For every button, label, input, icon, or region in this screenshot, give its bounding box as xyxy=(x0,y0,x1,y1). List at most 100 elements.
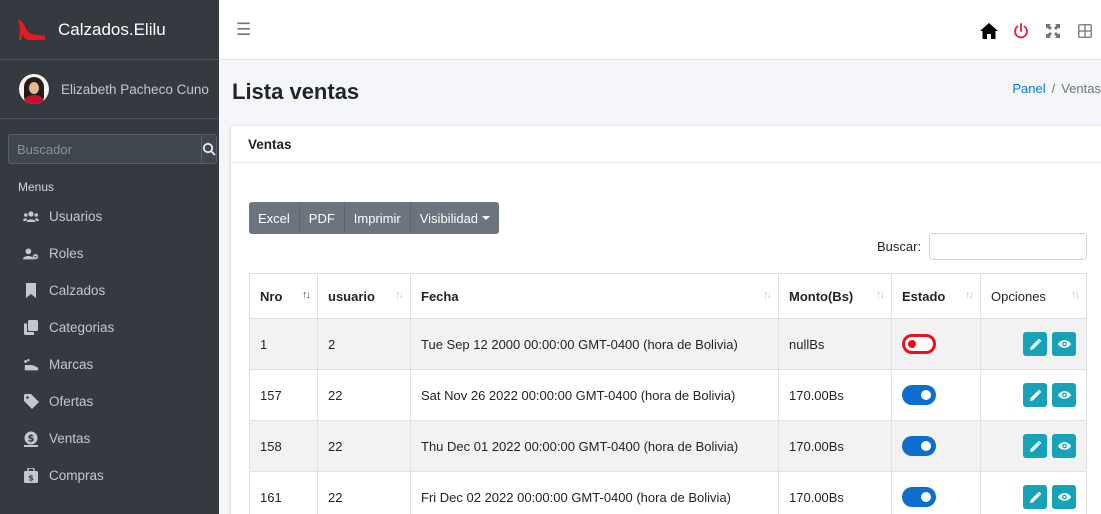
top-icons xyxy=(973,20,1101,42)
sidebar-item-label: Ofertas xyxy=(49,394,94,409)
cell-fecha: Sat Nov 26 2022 00:00:00 GMT-0400 (hora … xyxy=(410,369,779,421)
cell-monto: 170.00Bs xyxy=(778,369,892,421)
sidebar-item-roles[interactable]: Roles xyxy=(0,235,219,272)
cell-fecha: Tue Sep 12 2000 00:00:00 GMT-0400 (hora … xyxy=(410,318,779,370)
export-button-group: Excel PDF Imprimir Visibilidad xyxy=(249,202,500,234)
sort-icon: ↑↓ xyxy=(876,289,885,301)
sidebar-item-label: Calzados xyxy=(49,283,106,298)
estado-toggle[interactable] xyxy=(902,436,936,456)
table-search-label: Buscar: xyxy=(877,239,922,254)
sidebar-item-label: Usuarios xyxy=(49,209,103,224)
sidebar-search-button[interactable] xyxy=(201,134,217,164)
table-row: 158 22 Thu Dec 01 2022 00:00:00 GMT-0400 (… xyxy=(249,420,1087,472)
user-name[interactable]: Elizabeth Pacheco Cuno xyxy=(61,82,209,97)
cell-usuario: 2 xyxy=(317,318,411,370)
pencil-icon xyxy=(1029,338,1041,350)
edit-button[interactable] xyxy=(1023,332,1048,356)
svg-text:$: $ xyxy=(28,474,34,483)
sidebar-item-marcas[interactable]: Marcas xyxy=(0,346,219,383)
table-search-input[interactable] xyxy=(929,233,1087,260)
grid-icon[interactable] xyxy=(1069,20,1101,42)
svg-text:$: $ xyxy=(28,433,35,444)
sidebar-item-label: Compras xyxy=(49,468,104,483)
cell-monto: 170.00Bs xyxy=(778,471,892,514)
cell-monto: 170.00Bs xyxy=(778,420,892,472)
cell-opciones xyxy=(980,471,1087,514)
print-button[interactable]: Imprimir xyxy=(345,202,411,234)
sidebar-item-categorias[interactable]: Categorias xyxy=(0,309,219,346)
cell-usuario: 22 xyxy=(317,420,411,472)
view-button[interactable] xyxy=(1052,383,1076,407)
col-header-estado[interactable]: Estado ↑↓ xyxy=(891,273,981,319)
pencil-icon xyxy=(1029,491,1041,503)
view-button[interactable] xyxy=(1052,485,1076,509)
sidebar-item-ofertas[interactable]: Ofertas xyxy=(0,383,219,420)
edit-button[interactable] xyxy=(1023,383,1048,407)
col-header-nro[interactable]: Nro ↑↓ xyxy=(249,273,318,319)
sidebar-item-compras[interactable]: $ Compras xyxy=(0,457,219,494)
brand-link[interactable]: Calzados.Elilu xyxy=(0,0,219,60)
edit-button[interactable] xyxy=(1023,434,1048,458)
sidebar: Calzados.Elilu Elizabeth Pacheco Cuno Me… xyxy=(0,0,219,514)
brand-name: Calzados.Elilu xyxy=(58,19,166,39)
caret-down-icon xyxy=(482,216,491,220)
table-body: 1 2 Tue Sep 12 2000 00:00:00 GMT-0400 (hor… xyxy=(249,318,1087,514)
cell-fecha: Fri Dec 02 2022 00:00:00 GMT-0400 (hora … xyxy=(410,471,779,514)
power-icon[interactable] xyxy=(1005,20,1037,42)
cell-monto: nullBs xyxy=(778,318,892,370)
sidebar-item-ventas[interactable]: $ Ventas xyxy=(0,420,219,457)
pdf-button[interactable]: PDF xyxy=(300,202,345,234)
cell-nro: 157 xyxy=(249,369,318,421)
excel-button[interactable]: Excel xyxy=(249,202,300,234)
sidebar-search-input[interactable] xyxy=(8,134,201,164)
sidebar-item-label: Categorias xyxy=(49,320,115,335)
page-title: Lista ventas xyxy=(232,79,360,104)
view-button[interactable] xyxy=(1052,332,1076,356)
table-header-row: Nro ↑↓ usuario ↑↓ Fecha ↑↓ Monto(Bs) ↑↓ Esta… xyxy=(249,273,1087,319)
top-navbar: ☰ xyxy=(219,0,1101,60)
visibility-dropdown-button[interactable]: Visibilidad xyxy=(411,202,499,234)
sidebar-item-calzados[interactable]: Calzados xyxy=(0,272,219,309)
cell-opciones xyxy=(980,318,1087,370)
menu-toggle-icon[interactable]: ☰ xyxy=(236,21,251,38)
sidebar-item-label: Roles xyxy=(49,246,84,261)
high-heel-logo-icon xyxy=(18,19,45,40)
breadcrumb: Panel / Ventas xyxy=(1012,81,1101,96)
col-header-fecha[interactable]: Fecha ↑↓ xyxy=(410,273,779,319)
view-button[interactable] xyxy=(1052,434,1076,458)
cell-nro: 1 xyxy=(249,318,318,370)
fullscreen-icon[interactable] xyxy=(1037,20,1069,42)
sidebar-item-label: Ventas xyxy=(49,431,91,446)
estado-toggle[interactable] xyxy=(902,334,936,354)
eye-icon xyxy=(1057,339,1071,349)
breadcrumb-current: Ventas xyxy=(1061,81,1101,96)
cell-estado xyxy=(891,471,981,514)
sort-asc-icon: ↑↓ xyxy=(302,289,311,301)
col-header-usuario[interactable]: usuario ↑↓ xyxy=(317,273,411,319)
estado-toggle[interactable] xyxy=(902,385,936,405)
cell-estado xyxy=(891,318,981,370)
sort-icon: ↑↓ xyxy=(395,289,404,301)
sidebar-item-label: Marcas xyxy=(49,357,94,372)
breadcrumb-panel-link[interactable]: Panel xyxy=(1012,81,1045,96)
sort-icon: ↑↓ xyxy=(763,289,772,301)
tag-icon xyxy=(23,394,39,410)
sort-icon: ↑↓ xyxy=(965,289,974,301)
cell-opciones xyxy=(980,369,1087,421)
estado-toggle[interactable] xyxy=(902,487,936,507)
cell-nro: 158 xyxy=(249,420,318,472)
sidebar-search xyxy=(8,134,217,164)
col-header-opciones[interactable]: Opciones ↑↓ xyxy=(980,273,1087,319)
home-icon[interactable] xyxy=(973,20,1005,42)
sidebar-item-usuarios[interactable]: Usuarios xyxy=(0,198,219,235)
cell-usuario: 22 xyxy=(317,471,411,514)
col-header-monto[interactable]: Monto(Bs) ↑↓ xyxy=(778,273,892,319)
ventas-table: Nro ↑↓ usuario ↑↓ Fecha ↑↓ Monto(Bs) ↑↓ Esta… xyxy=(249,273,1087,514)
table-row: 161 22 Fri Dec 02 2022 00:00:00 GMT-0400 (… xyxy=(249,471,1087,514)
table-row: 157 22 Sat Nov 26 2022 00:00:00 GMT-0400 (… xyxy=(249,369,1087,421)
card-title: Ventas xyxy=(231,126,1101,163)
eye-icon xyxy=(1057,492,1071,502)
avatar xyxy=(19,74,49,104)
user-panel[interactable]: Elizabeth Pacheco Cuno xyxy=(0,60,219,119)
edit-button[interactable] xyxy=(1023,485,1048,509)
